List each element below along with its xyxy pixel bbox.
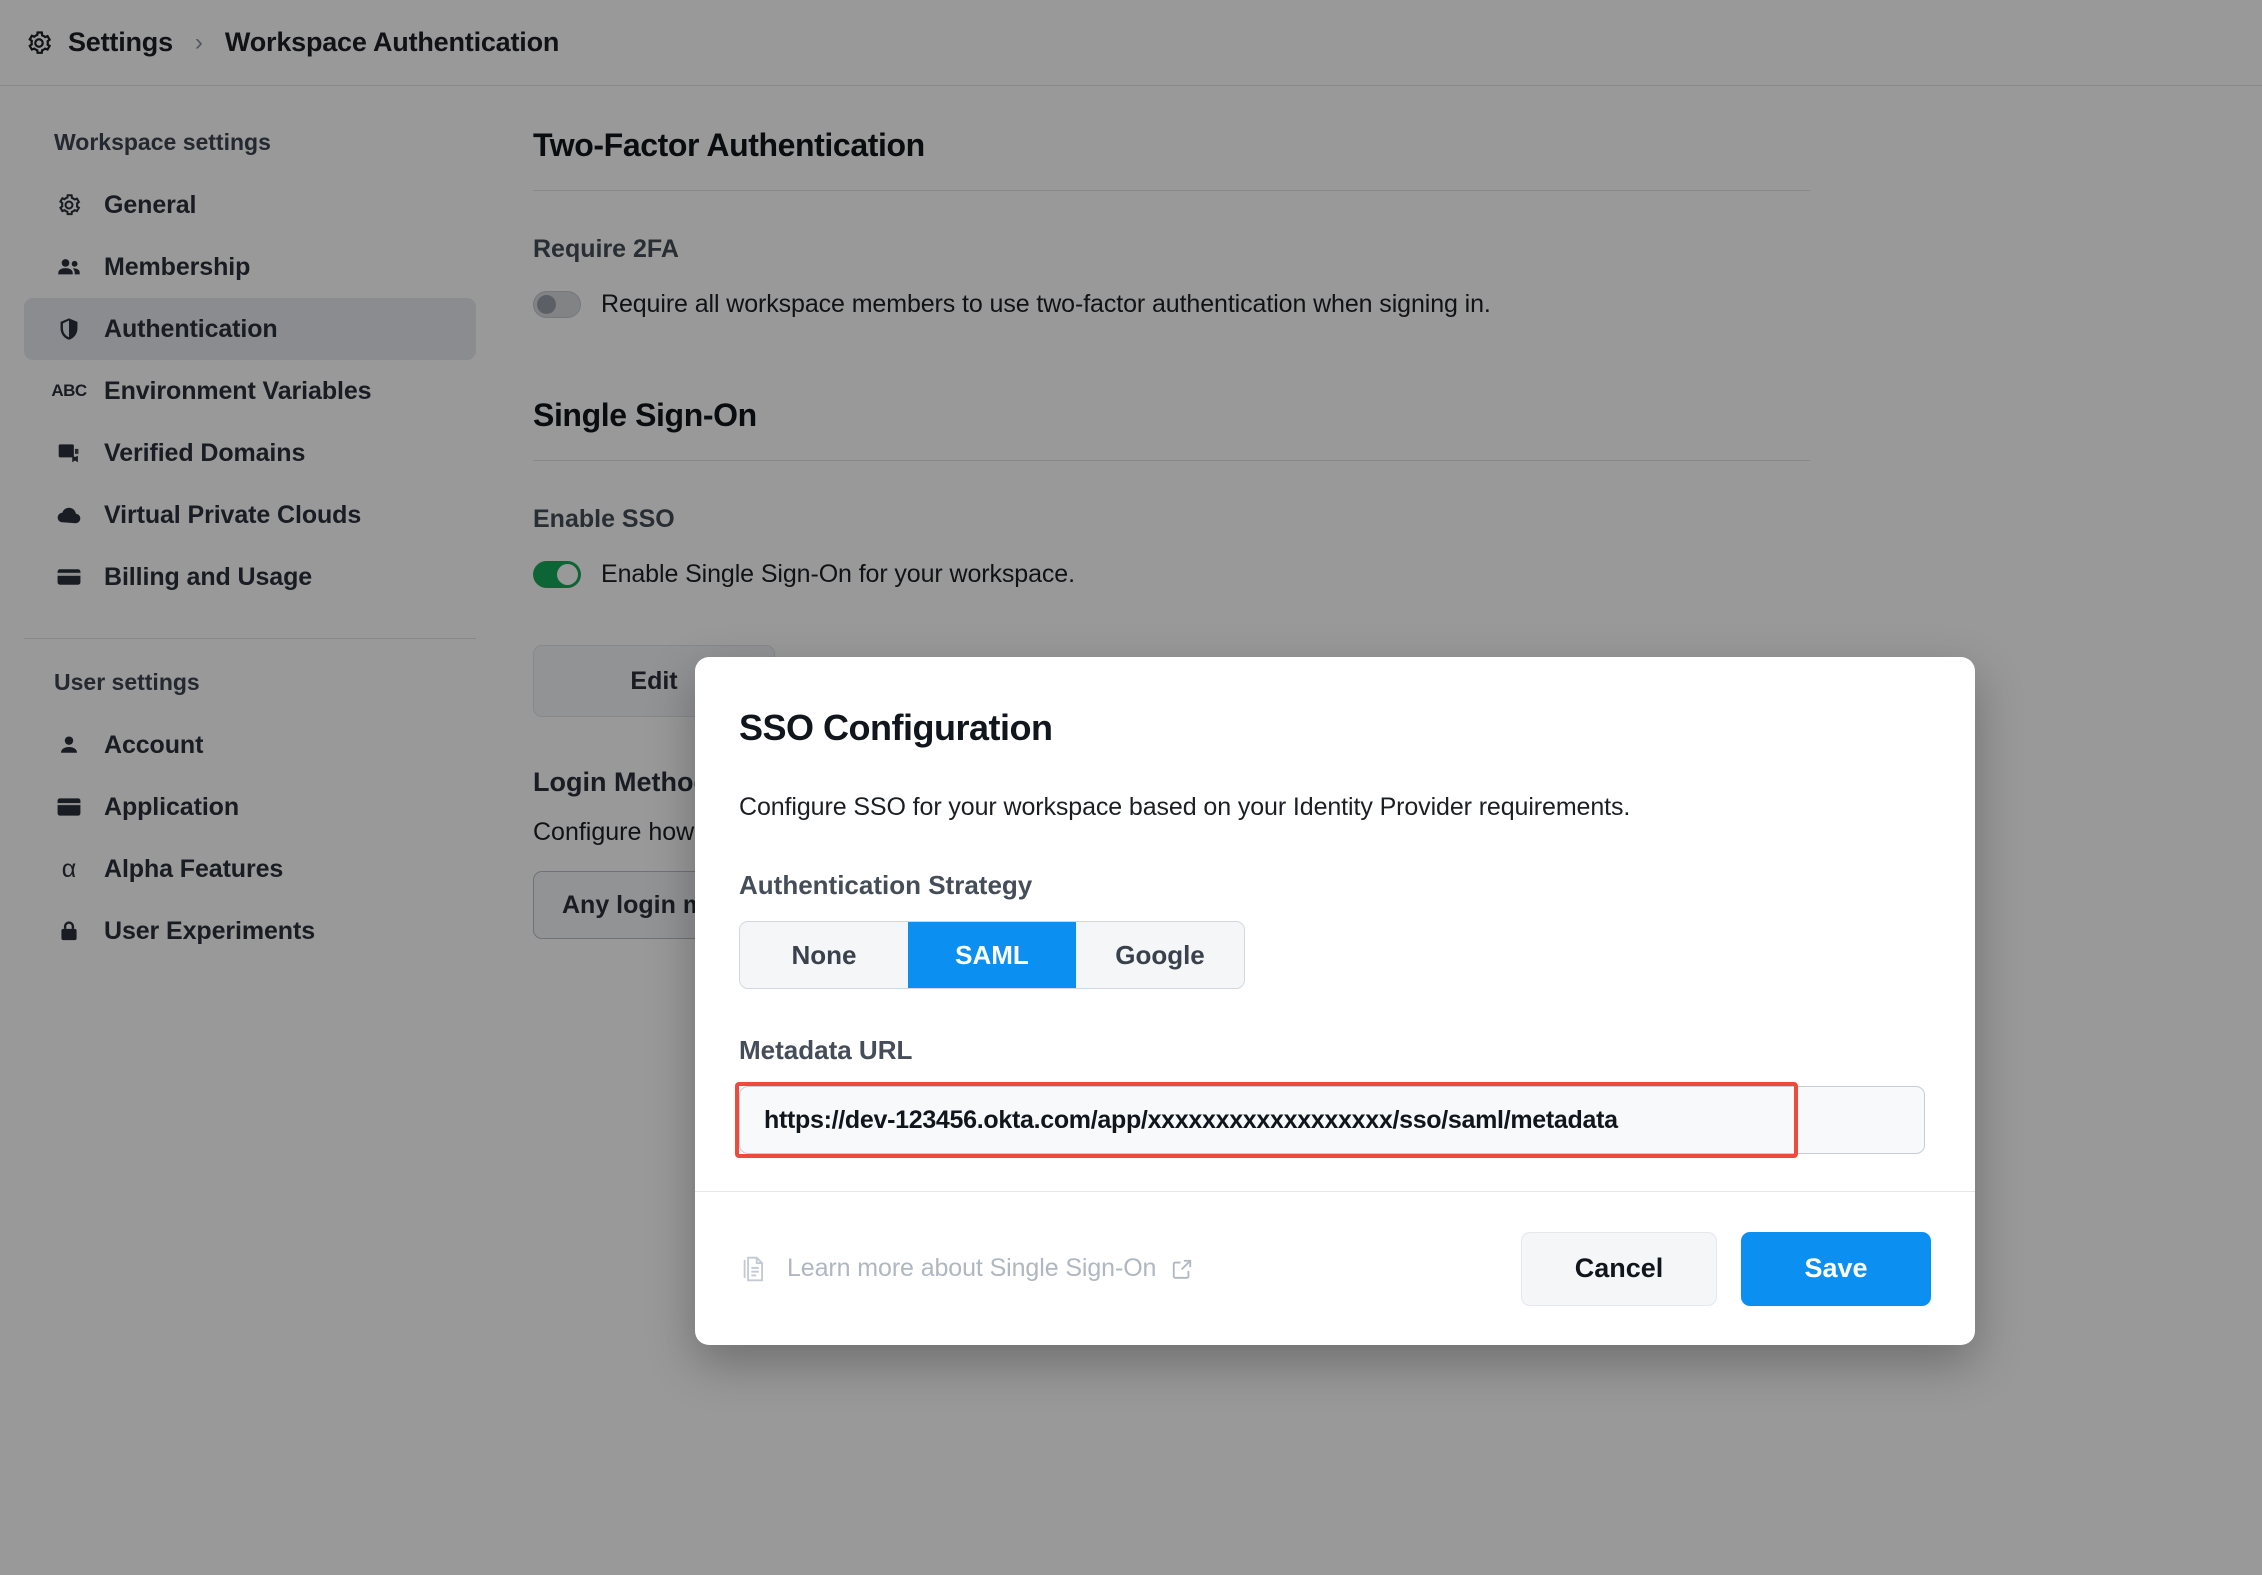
strategy-option-google[interactable]: Google [1076, 922, 1244, 988]
metadata-url-label: Metadata URL [739, 1035, 1931, 1066]
metadata-url-field-wrap: https://dev-123456.okta.com/app/xxxxxxxx… [739, 1086, 1925, 1154]
metadata-url-input[interactable]: https://dev-123456.okta.com/app/xxxxxxxx… [739, 1086, 1925, 1154]
save-button[interactable]: Save [1741, 1232, 1931, 1306]
dialog-footer: Learn more about Single Sign-On Cancel S… [695, 1191, 1975, 1345]
external-link-icon [1170, 1257, 1194, 1281]
sso-configuration-dialog: SSO Configuration Configure SSO for your… [695, 657, 1975, 1345]
learn-more-link[interactable]: Learn more about Single Sign-On [739, 1253, 1194, 1285]
cancel-button[interactable]: Cancel [1521, 1232, 1717, 1306]
dialog-body: SSO Configuration Configure SSO for your… [695, 657, 1975, 1154]
document-icon [739, 1253, 769, 1285]
screen-root: Settings › Workspace Authentication Work… [0, 0, 2262, 1575]
strategy-option-none[interactable]: None [740, 922, 908, 988]
strategy-option-saml[interactable]: SAML [908, 922, 1076, 988]
authentication-strategy-segmented-control: None SAML Google [739, 921, 1245, 989]
authentication-strategy-label: Authentication Strategy [739, 870, 1931, 901]
dialog-title: SSO Configuration [739, 707, 1931, 749]
learn-more-label: Learn more about Single Sign-On [787, 1254, 1156, 1283]
dialog-description: Configure SSO for your workspace based o… [739, 793, 1931, 822]
